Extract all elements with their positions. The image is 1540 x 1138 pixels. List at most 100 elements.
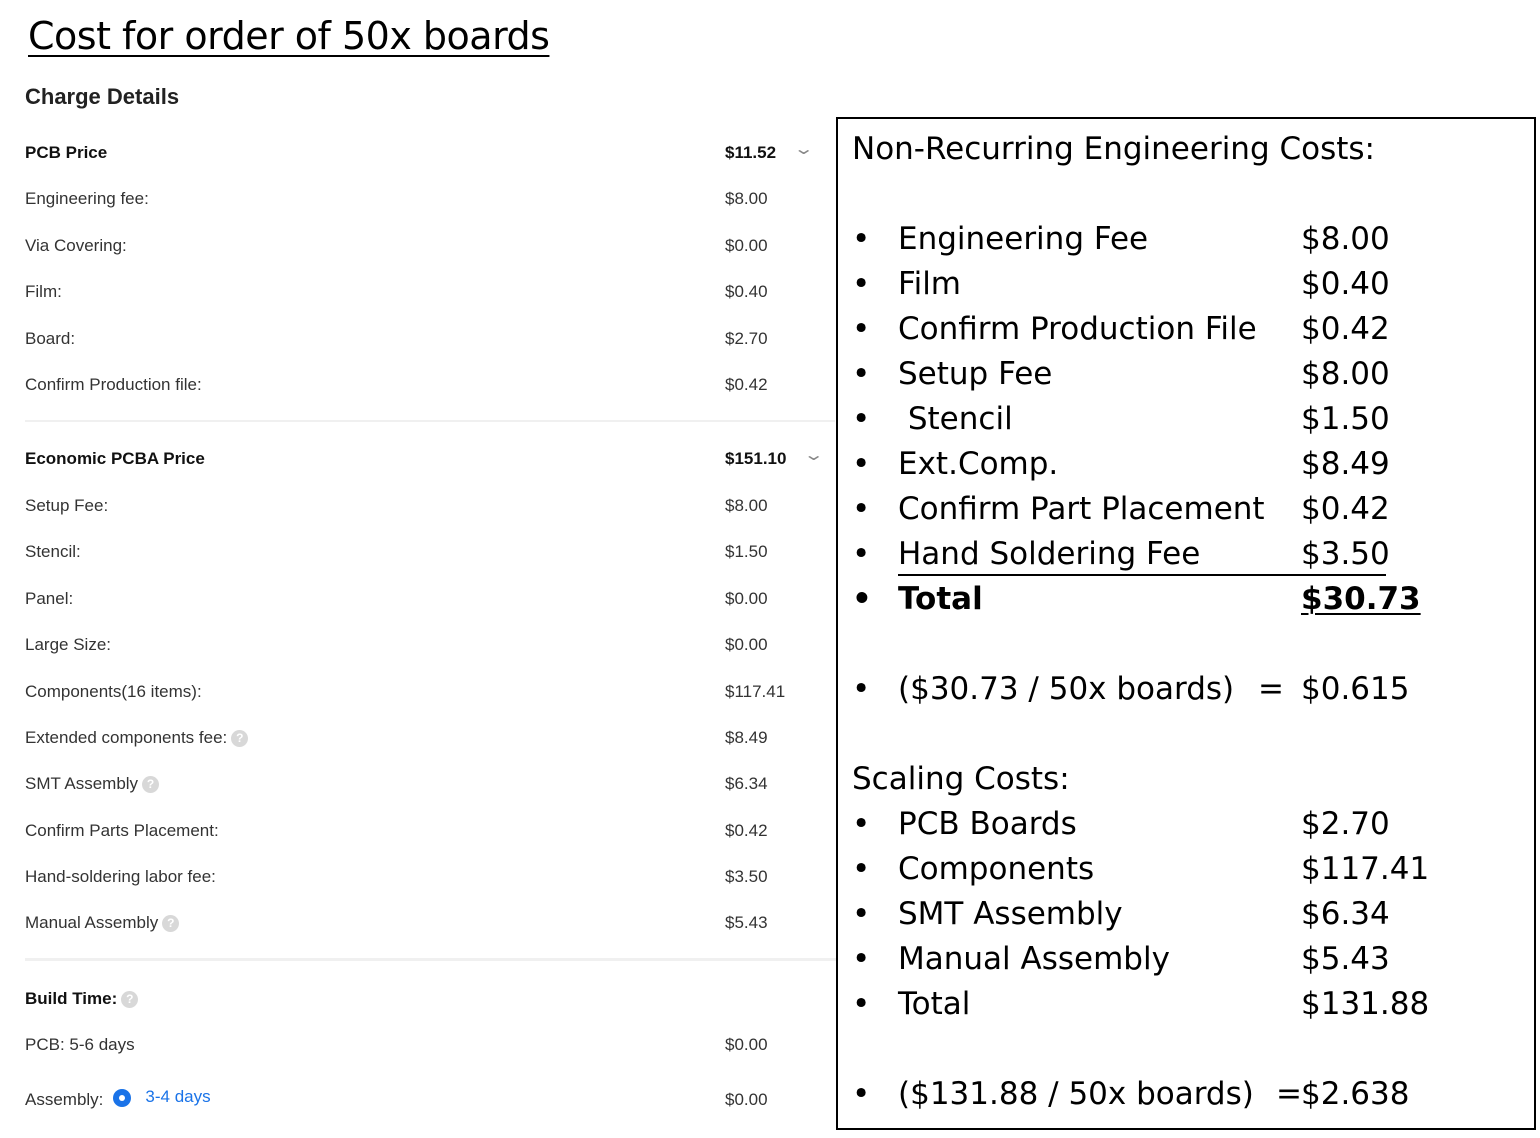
bullet: • — [852, 941, 871, 977]
scaling-item: • Components $117.41 — [838, 851, 1528, 891]
build-time-text: Build Time: — [25, 989, 118, 1008]
scaling-item: • SMT Assembly $6.34 — [838, 896, 1528, 936]
build-time-label: Build Time:? — [25, 989, 139, 1009]
nre-title: Non-Recurring Engineering Costs: — [852, 131, 1376, 167]
pcb-price-label: PCB Price — [25, 143, 108, 162]
nre-item-name: Confirm Production File — [898, 311, 1257, 347]
bullet: • — [852, 536, 871, 572]
nre-item-name: Setup Fee — [898, 356, 1053, 392]
radio-selected-icon[interactable] — [113, 1088, 132, 1107]
pcb-price-row[interactable]: PCB Price $11.52 ⌄ — [25, 141, 825, 167]
scaling-item: • Manual Assembly $5.43 — [838, 941, 1528, 981]
bullet: • — [852, 1076, 871, 1112]
charge-label: Setup Fee: — [25, 496, 109, 515]
nre-item-amount: $3.50 — [1301, 536, 1390, 572]
bullet: • — [852, 671, 871, 707]
charge-value: $1.50 — [725, 542, 768, 561]
nre-item-amount: $0.42 — [1301, 311, 1390, 347]
sum-underline — [898, 574, 1386, 576]
charge-value: $117.41 — [725, 682, 786, 701]
charge-value: $0.42 — [725, 375, 768, 394]
pcba-item-row: Setup Fee: $8.00 — [25, 496, 825, 520]
nre-item-name: Hand Soldering Fee — [898, 536, 1201, 572]
build-pcb-value: $0.00 — [725, 1035, 768, 1054]
charge-label: Hand-soldering labor fee: — [25, 867, 216, 886]
section-divider — [25, 958, 836, 961]
chevron-down-icon[interactable]: ⌄ — [793, 139, 814, 159]
charge-label: Components(16 items): — [25, 682, 202, 701]
pcb-item-row: Board: $2.70 — [25, 329, 825, 353]
nre-item-amount: $8.49 — [1301, 446, 1390, 482]
assembly-option-3-4-days[interactable]: 3-4 days — [145, 1087, 210, 1106]
pcba-item-row: Components(16 items): $117.41 — [25, 682, 825, 706]
nre-total-amount: $30.73 — [1301, 581, 1421, 617]
scaling-item-name: PCB Boards — [898, 806, 1077, 842]
charge-label: Engineering fee: — [25, 189, 149, 208]
build-assembly-value: $0.00 — [725, 1090, 768, 1109]
charge-label-text: Extended components fee: — [25, 728, 228, 747]
bullet: • — [852, 446, 871, 482]
pcba-item-row: Panel: $0.00 — [25, 589, 825, 613]
pcba-item-row: Hand-soldering labor fee: $3.50 — [25, 867, 825, 891]
nre-item-amount: $1.50 — [1301, 401, 1390, 437]
chevron-down-icon[interactable]: ⌄ — [803, 445, 824, 465]
nre-per-board-expr: ($30.73 / 50x boards) — [898, 671, 1235, 707]
nre-total: • Total $30.73 — [838, 581, 1528, 621]
charge-value: $8.00 — [725, 496, 768, 515]
charge-value: $3.50 — [725, 867, 768, 886]
nre-total-label: Total — [898, 581, 983, 617]
nre-item-name: Stencil — [898, 401, 1013, 437]
pcb-item-row: Via Covering: $0.00 — [25, 236, 825, 260]
charge-label: Confirm Production file: — [25, 375, 202, 394]
bullet: • — [852, 581, 872, 617]
pcba-item-row: Extended components fee:? $8.49 — [25, 728, 825, 752]
scaling-item-name: Manual Assembly — [898, 941, 1170, 977]
charge-value: $8.49 — [725, 728, 768, 747]
bullet: • — [852, 896, 871, 932]
scaling-item-name: Total — [898, 986, 971, 1022]
charge-value: $6.34 — [725, 774, 768, 793]
nre-item-name: Confirm Part Placement — [898, 491, 1265, 527]
bullet: • — [852, 806, 871, 842]
scaling-item: • PCB Boards $2.70 — [838, 806, 1528, 846]
nre-item: • Hand Soldering Fee $3.50 — [838, 536, 1528, 576]
charge-value: $0.40 — [725, 282, 768, 301]
question-circle-icon[interactable]: ? — [162, 915, 180, 933]
nre-per-board-result: $0.615 — [1301, 671, 1410, 707]
nre-item-amount: $0.42 — [1301, 491, 1390, 527]
question-circle-icon[interactable]: ? — [142, 776, 160, 794]
cost-summary-box: Non-Recurring Engineering Costs: • Engin… — [836, 117, 1536, 1130]
pcba-item-row: Confirm Parts Placement: $0.42 — [25, 821, 825, 845]
charge-value: $0.42 — [725, 821, 768, 840]
bullet: • — [852, 986, 871, 1022]
charge-label: Via Covering: — [25, 236, 127, 255]
charge-label: Panel: — [25, 589, 74, 608]
charge-label: Manual Assembly? — [25, 913, 180, 933]
assembly-label-text: Assembly: — [25, 1090, 104, 1109]
question-circle-icon[interactable]: ? — [121, 991, 139, 1009]
charge-label-text: Manual Assembly — [25, 913, 159, 932]
nre-item-name: Film — [898, 266, 961, 302]
build-pcb-label: PCB: 5-6 days — [25, 1035, 135, 1054]
nre-item-amount: $8.00 — [1301, 221, 1390, 257]
charge-value: $2.70 — [725, 329, 768, 348]
charge-label: Extended components fee:? — [25, 728, 249, 748]
pcba-price-row[interactable]: Economic PCBA Price $151.10 ⌄ — [25, 447, 825, 473]
pcba-price-label: Economic PCBA Price — [25, 449, 205, 468]
build-assembly-row: Assembly: 3-4 days $0.00 — [25, 1087, 825, 1114]
question-circle-icon[interactable]: ? — [231, 730, 249, 748]
page-heading: Cost for order of 50x boards — [28, 14, 550, 58]
scaling-item-amount: $117.41 — [1301, 851, 1430, 887]
pcb-price-value: $11.52 — [725, 143, 777, 162]
bullet: • — [852, 851, 871, 887]
charge-label: Large Size: — [25, 635, 111, 654]
scaling-per-board-expr: ($131.88 / 50x boards) — [898, 1076, 1254, 1112]
scaling-per-board: • ($131.88 / 50x boards) = $2.638 — [838, 1076, 1528, 1116]
scaling-item-amount: $6.34 — [1301, 896, 1390, 932]
nre-per-board: • ($30.73 / 50x boards) = $0.615 — [838, 671, 1528, 711]
bullet: • — [852, 221, 871, 257]
scaling-per-board-result: $2.638 — [1301, 1076, 1410, 1112]
charge-label: Confirm Parts Placement: — [25, 821, 219, 840]
nre-item: • Engineering Fee $8.00 — [838, 221, 1528, 261]
nre-item: • Ext.Comp. $8.49 — [838, 446, 1528, 486]
